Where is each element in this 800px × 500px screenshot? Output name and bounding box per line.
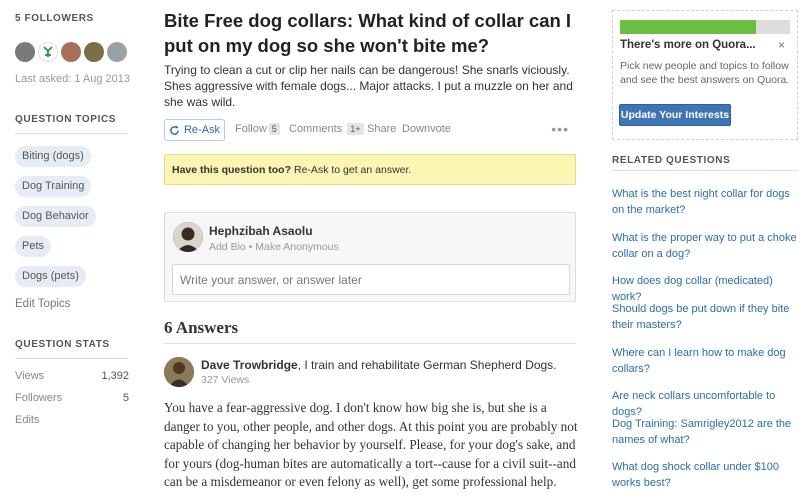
topic-tag[interactable]: Dog Behavior [15, 206, 96, 227]
divider [15, 358, 128, 359]
follower-avatar[interactable] [15, 42, 35, 62]
comments-count: 1+ [347, 123, 364, 135]
last-asked: Last asked: 1 Aug 2013 [15, 73, 130, 85]
promo-text: Pick new people and topics to follow and… [620, 60, 790, 86]
answer-input[interactable] [172, 264, 570, 295]
stat-followers[interactable]: Followers 5 [15, 392, 129, 404]
composer-user-name[interactable]: Hephzibah Asaolu [209, 224, 313, 238]
stat-value: 1,392 [101, 370, 129, 382]
notice-text: Re-Ask to get an answer. [294, 163, 412, 176]
topic-tag[interactable]: Dog Training [15, 176, 92, 197]
reask-label: Re-Ask [183, 124, 221, 136]
divider [164, 343, 576, 344]
comments-label: Comments [289, 123, 343, 135]
related-question-link[interactable]: What is the proper way to put a choke co… [612, 230, 800, 262]
question-details: Trying to clean a cut or clip her nails … [164, 63, 573, 109]
follower-avatar[interactable] [84, 42, 104, 62]
related-question-link[interactable]: What dog shock collar under $100 works b… [612, 459, 800, 491]
follow-button[interactable]: Follow 5 [235, 123, 280, 135]
answer-body: You have a fear-aggressive dog. I don't … [164, 400, 578, 489]
stat-edits[interactable]: Edits [15, 414, 129, 426]
profile-progress-bar [620, 20, 790, 34]
follower-avatar[interactable] [38, 42, 58, 62]
more-options-icon[interactable]: ••• [551, 121, 569, 137]
followers-heading: 5 FOLLOWERS [15, 13, 94, 24]
share-button[interactable]: Share [367, 123, 396, 135]
refresh-icon [170, 124, 179, 135]
stat-label: Followers [15, 392, 63, 404]
topic-tag[interactable]: Pets [15, 236, 52, 257]
related-question-link[interactable]: Where can I learn how to make dog collar… [612, 345, 800, 377]
related-question-link[interactable]: Dog Training: Samrigley2012 are the name… [612, 416, 800, 448]
answer-composer: Hephzibah Asaolu Add Bio • Make Anonymou… [164, 212, 576, 302]
answer-views: 327 Views [201, 374, 250, 386]
topic-tag[interactable]: Dogs (pets) [15, 266, 86, 287]
answer-author-bio: , I train and rehabilitate German Shephe… [297, 358, 557, 372]
question-actions: Re-Ask Follow 5 Comments 1+ Share Downvot… [164, 119, 574, 141]
answer-author-avatar[interactable] [164, 357, 194, 387]
answer-header: Dave Trowbridge, I train and rehabilitat… [201, 358, 557, 372]
update-interests-button[interactable]: Update Your Interests [619, 104, 731, 126]
follower-avatar[interactable] [61, 42, 81, 62]
avatar [173, 222, 203, 252]
topic-tag[interactable]: Biting (dogs) [15, 146, 91, 167]
divider [612, 170, 798, 171]
stat-views: Views 1,392 [15, 370, 129, 382]
question-topics-heading: QUESTION TOPICS [15, 114, 117, 125]
stat-label: Edits [15, 414, 40, 426]
related-questions-heading: RELATED QUESTIONS [612, 155, 731, 166]
edit-topics-link[interactable]: Edit Topics [15, 298, 70, 310]
comments-button[interactable]: Comments 1+ [289, 123, 364, 135]
follower-avatars [15, 42, 127, 62]
follow-count: 5 [268, 123, 280, 135]
progress-fill [620, 20, 756, 34]
composer-user-options[interactable]: Add Bio • Make Anonymous [209, 241, 339, 253]
stat-value: 5 [122, 392, 129, 404]
question-stats-heading: QUESTION STATS [15, 339, 110, 350]
reask-notice: Have this question too? Re-Ask to get an… [164, 154, 576, 185]
follow-label: Follow [235, 123, 267, 135]
downvote-button[interactable]: Downvote [402, 123, 451, 135]
related-question-link[interactable]: What is the best night collar for dogs o… [612, 186, 800, 218]
reask-button[interactable]: Re-Ask [164, 119, 225, 141]
answer-author-name[interactable]: Dave Trowbridge [201, 358, 298, 372]
related-question-link[interactable]: Should dogs be put down if they bite the… [612, 301, 800, 333]
question-title: Bite Free dog collars: What kind of coll… [164, 10, 572, 56]
notice-bold: Have this question too? [172, 163, 292, 176]
divider [15, 133, 128, 134]
promo-title: There's more on Quora... [620, 39, 756, 51]
stat-label: Views [15, 370, 45, 382]
interests-promo: There's more on Quora... × Pick new peop… [612, 10, 798, 140]
close-icon[interactable]: × [778, 38, 785, 52]
follower-avatar[interactable] [107, 42, 127, 62]
answers-heading: 6 Answers [164, 318, 239, 337]
